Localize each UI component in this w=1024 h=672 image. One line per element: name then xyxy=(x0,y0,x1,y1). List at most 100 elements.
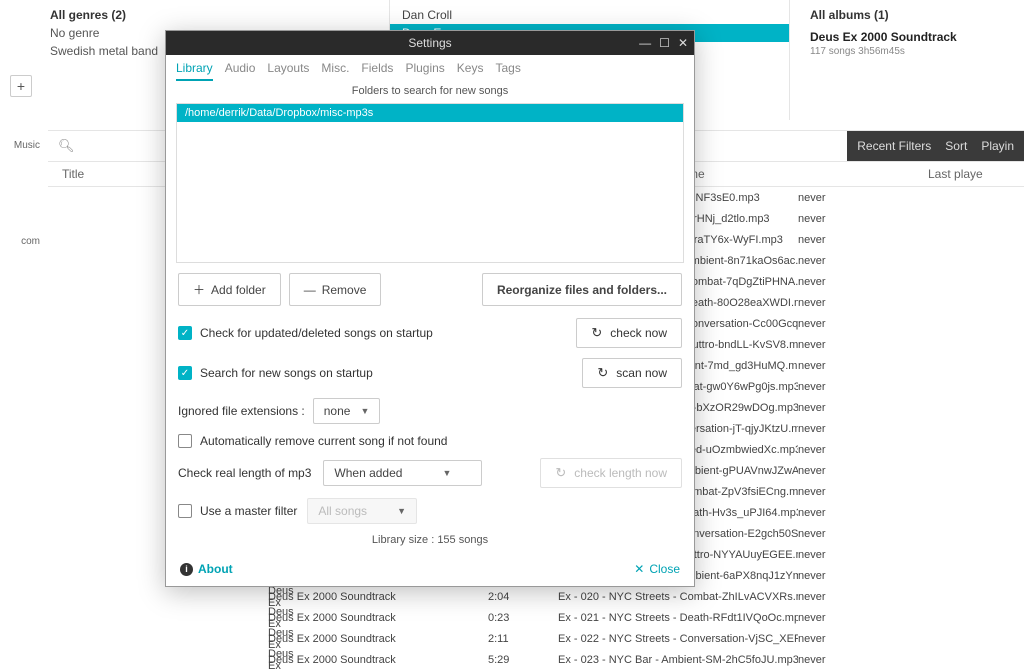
check-now-button[interactable]: ↻ check now xyxy=(576,318,682,348)
master-filter-label: Use a master filter xyxy=(200,504,297,518)
table-row[interactable]: Deus ExDeus Ex 2000 Soundtrack2:11Ex - 0… xyxy=(48,628,1024,649)
cell-lastplayed: never xyxy=(798,213,1024,225)
cell-lastplayed: never xyxy=(798,633,1024,645)
folder-list[interactable]: /home/derrik/Data/Dropbox/misc-mp3s xyxy=(176,103,684,263)
artist-item[interactable]: Dan Croll xyxy=(390,6,789,24)
chevron-down-icon: ▼ xyxy=(442,468,451,478)
check-updated-checkbox[interactable]: ✓ xyxy=(178,326,192,340)
cell-lastplayed: never xyxy=(798,486,1024,498)
cell-lastplayed: never xyxy=(798,654,1024,666)
chevron-down-icon: ▼ xyxy=(360,406,369,416)
cell-album: Deus Ex 2000 Soundtrack xyxy=(268,591,488,603)
tab-audio[interactable]: Audio xyxy=(225,61,256,81)
cell-lastplayed: never xyxy=(798,423,1024,435)
remove-button[interactable]: — Remove xyxy=(289,273,382,306)
cell-album: Deus Ex 2000 Soundtrack xyxy=(268,633,488,645)
recent-filters-button[interactable]: Recent Filters xyxy=(857,139,931,153)
tab-fields[interactable]: Fields xyxy=(361,61,393,81)
check-real-length-label: Check real length of mp3 xyxy=(178,466,311,480)
cell-artist: Deus Ex xyxy=(48,648,268,672)
plus-icon: ＋ xyxy=(193,281,205,298)
check-length-now-button[interactable]: ↻ check length now xyxy=(540,458,682,488)
chevron-down-icon: ▼ xyxy=(397,506,406,516)
folder-item-selected[interactable]: /home/derrik/Data/Dropbox/misc-mp3s xyxy=(177,104,683,122)
minimize-icon[interactable]: — xyxy=(639,36,651,50)
cell-lastplayed: never xyxy=(798,297,1024,309)
minus-icon: — xyxy=(304,283,316,297)
maximize-icon[interactable]: ☐ xyxy=(659,36,670,50)
search-new-label: Search for new songs on startup xyxy=(200,366,373,380)
master-filter-checkbox[interactable] xyxy=(178,504,192,518)
cell-lastplayed: never xyxy=(798,570,1024,582)
about-link[interactable]: i About xyxy=(180,562,233,576)
titlebar[interactable]: Settings — ☐ ✕ xyxy=(166,31,694,55)
table-row[interactable]: Deus ExDeus Ex 2000 Soundtrack0:23Ex - 0… xyxy=(48,607,1024,628)
sort-button[interactable]: Sort xyxy=(945,139,967,153)
cell-lastplayed: never xyxy=(798,276,1024,288)
cell-lastplayed: never xyxy=(798,234,1024,246)
add-folder-button[interactable]: ＋ Add folder xyxy=(178,273,281,306)
cell-length: 2:04 xyxy=(488,591,538,603)
table-row[interactable]: Deus ExDeus Ex 2000 Soundtrack5:29Ex - 0… xyxy=(48,649,1024,670)
window-title: Settings xyxy=(408,36,451,50)
scan-now-button[interactable]: ↻ scan now xyxy=(582,358,682,388)
reorganize-button[interactable]: Reorganize files and folders... xyxy=(482,273,682,306)
cell-length: 5:29 xyxy=(488,654,538,666)
cell-lastplayed: never xyxy=(798,192,1024,204)
album-panel: All albums (1) Deus Ex 2000 Soundtrack 1… xyxy=(790,0,1024,120)
close-icon[interactable]: ✕ xyxy=(678,36,688,50)
refresh-icon: ↻ xyxy=(555,465,566,481)
library-size-label: Library size : 155 songs xyxy=(178,534,682,546)
table-row[interactable]: Deus ExDeus Ex 2000 Soundtrack2:04Ex - 0… xyxy=(48,586,1024,607)
cell-lastplayed: never xyxy=(798,444,1024,456)
close-button[interactable]: ✕ Close xyxy=(634,562,680,576)
cell-lastplayed: never xyxy=(798,591,1024,603)
add-tab-button[interactable]: + xyxy=(10,75,32,97)
genres-heading: All genres (2) xyxy=(50,8,389,22)
tab-library[interactable]: Library xyxy=(176,61,213,81)
tab-layouts[interactable]: Layouts xyxy=(267,61,309,81)
cell-lastplayed: never xyxy=(798,255,1024,267)
cell-lastplayed: never xyxy=(798,402,1024,414)
close-x-icon: ✕ xyxy=(634,562,644,576)
tab-misc[interactable]: Misc. xyxy=(321,61,349,81)
col-filename[interactable]: me xyxy=(668,167,928,181)
settings-dialog: Settings — ☐ ✕ Library Audio Layouts Mis… xyxy=(165,30,695,587)
cell-length: 2:11 xyxy=(488,633,538,645)
cell-album: Deus Ex 2000 Soundtrack xyxy=(268,654,488,666)
left-label-music: Music xyxy=(0,140,40,151)
search-new-checkbox[interactable]: ✓ xyxy=(178,366,192,380)
auto-remove-checkbox[interactable] xyxy=(178,434,192,448)
album-title[interactable]: Deus Ex 2000 Soundtrack xyxy=(810,30,1024,44)
cell-lastplayed: never xyxy=(798,549,1024,561)
album-meta: 117 songs 3h56m45s xyxy=(810,46,1024,57)
cell-lastplayed: never xyxy=(798,360,1024,372)
left-label-com: com xyxy=(0,236,40,247)
cell-album: Deus Ex 2000 Soundtrack xyxy=(268,612,488,624)
cell-lastplayed: never xyxy=(798,612,1024,624)
cell-lastplayed: never xyxy=(798,528,1024,540)
tab-plugins[interactable]: Plugins xyxy=(405,61,444,81)
cell-lastplayed: never xyxy=(798,381,1024,393)
when-added-select[interactable]: When added ▼ xyxy=(323,460,482,486)
albums-heading: All albums (1) xyxy=(810,8,1024,22)
tab-keys[interactable]: Keys xyxy=(457,61,484,81)
col-lastplayed[interactable]: Last playe xyxy=(928,167,1024,181)
cell-length: 0:23 xyxy=(488,612,538,624)
cell-lastplayed: never xyxy=(798,465,1024,477)
settings-tabs: Library Audio Layouts Misc. Fields Plugi… xyxy=(166,55,694,81)
cell-filename: Ex - 022 - NYC Streets - Conversation-Vj… xyxy=(538,633,798,645)
refresh-icon: ↻ xyxy=(597,365,608,381)
auto-remove-label: Automatically remove current song if not… xyxy=(200,434,447,448)
playing-button[interactable]: Playin xyxy=(981,139,1014,153)
check-updated-label: Check for updated/deleted songs on start… xyxy=(200,326,433,340)
cell-filename: Ex - 023 - NYC Bar - Ambient-SM-2hC5foJU… xyxy=(538,654,798,666)
cell-lastplayed: never xyxy=(798,339,1024,351)
info-icon: i xyxy=(180,563,193,576)
search-icon[interactable]: 🔍︎ xyxy=(58,138,75,154)
cell-filename: Ex - 020 - NYC Streets - Combat-ZhILvACV… xyxy=(538,591,798,603)
tab-tags[interactable]: Tags xyxy=(495,61,520,81)
cell-lastplayed: never xyxy=(798,318,1024,330)
ignored-ext-select[interactable]: none ▼ xyxy=(313,398,381,424)
folders-subtitle: Folders to search for new songs xyxy=(166,85,694,97)
